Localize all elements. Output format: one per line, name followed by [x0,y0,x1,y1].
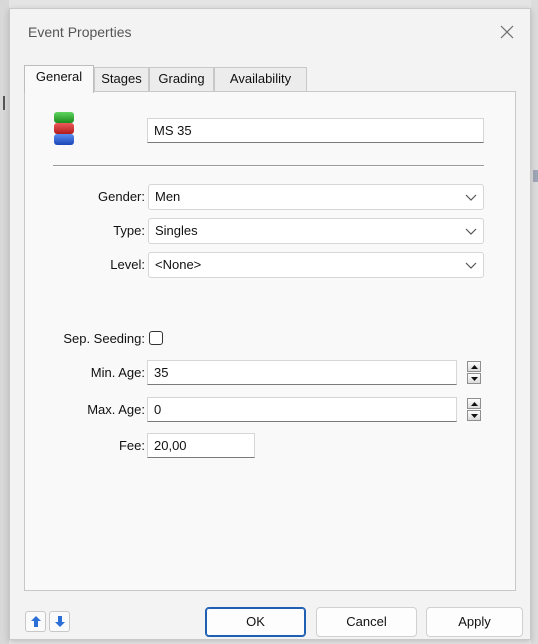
event-name-input[interactable]: MS 35 [147,118,484,143]
background-mark [3,96,5,110]
arrow-down-icon [54,616,65,627]
close-icon [500,25,514,39]
general-panel: MS 35 Gender: Men Type: Singles Level: <… [24,91,516,591]
min-age-input[interactable]: 35 [147,360,457,385]
tab-grading[interactable]: Grading [149,67,214,91]
level-select[interactable]: <None> [148,252,484,278]
close-button[interactable] [492,17,522,47]
gender-select[interactable]: Men [148,184,484,210]
ok-button[interactable]: OK [205,607,306,637]
arrow-up-icon [470,364,478,369]
max-age-label: Max. Age: [87,402,145,417]
type-label: Type: [113,223,145,238]
arrow-up-icon [30,616,41,627]
max-age-input[interactable]: 0 [147,397,457,422]
level-label: Level: [110,257,145,272]
spin-up-button[interactable] [467,361,481,372]
separator [53,165,484,167]
type-select[interactable]: Singles [148,218,484,244]
arrow-down-icon [470,413,478,418]
apply-button[interactable]: Apply [426,607,523,637]
max-age-spinner[interactable] [467,398,481,422]
title-bar: Event Properties [10,9,530,55]
type-value: Singles [155,223,198,238]
min-age-spinner[interactable] [467,361,481,385]
window-title: Event Properties [28,24,132,40]
gender-label: Gender: [98,189,145,204]
background-mark [533,170,538,182]
fee-input[interactable]: 20,00 [147,433,255,458]
tab-general[interactable]: General [24,65,94,93]
cancel-button[interactable]: Cancel [316,607,417,637]
arrow-down-icon [470,376,478,381]
sep-seeding-label: Sep. Seeding: [63,331,145,346]
fee-label: Fee: [118,438,145,453]
spin-down-button[interactable] [467,373,481,384]
chevron-down-icon [465,228,477,235]
color-stack-icon [54,112,74,146]
gender-value: Men [155,189,181,204]
spin-up-button[interactable] [467,398,481,409]
min-age-label: Min. Age: [90,365,145,380]
level-value: <None> [155,257,202,272]
move-down-button[interactable] [49,611,70,632]
chevron-down-icon [465,194,477,201]
background-right [531,0,538,644]
tab-availability[interactable]: Availability [214,67,307,91]
arrow-up-icon [470,401,478,406]
event-properties-dialog: Event Properties General Stages Grading … [9,8,531,640]
sep-seeding-checkbox[interactable] [149,331,163,345]
tab-stages[interactable]: Stages [94,67,149,91]
move-up-button[interactable] [25,611,46,632]
chevron-down-icon [465,262,477,269]
background-top [0,0,538,8]
spin-down-button[interactable] [467,410,481,421]
